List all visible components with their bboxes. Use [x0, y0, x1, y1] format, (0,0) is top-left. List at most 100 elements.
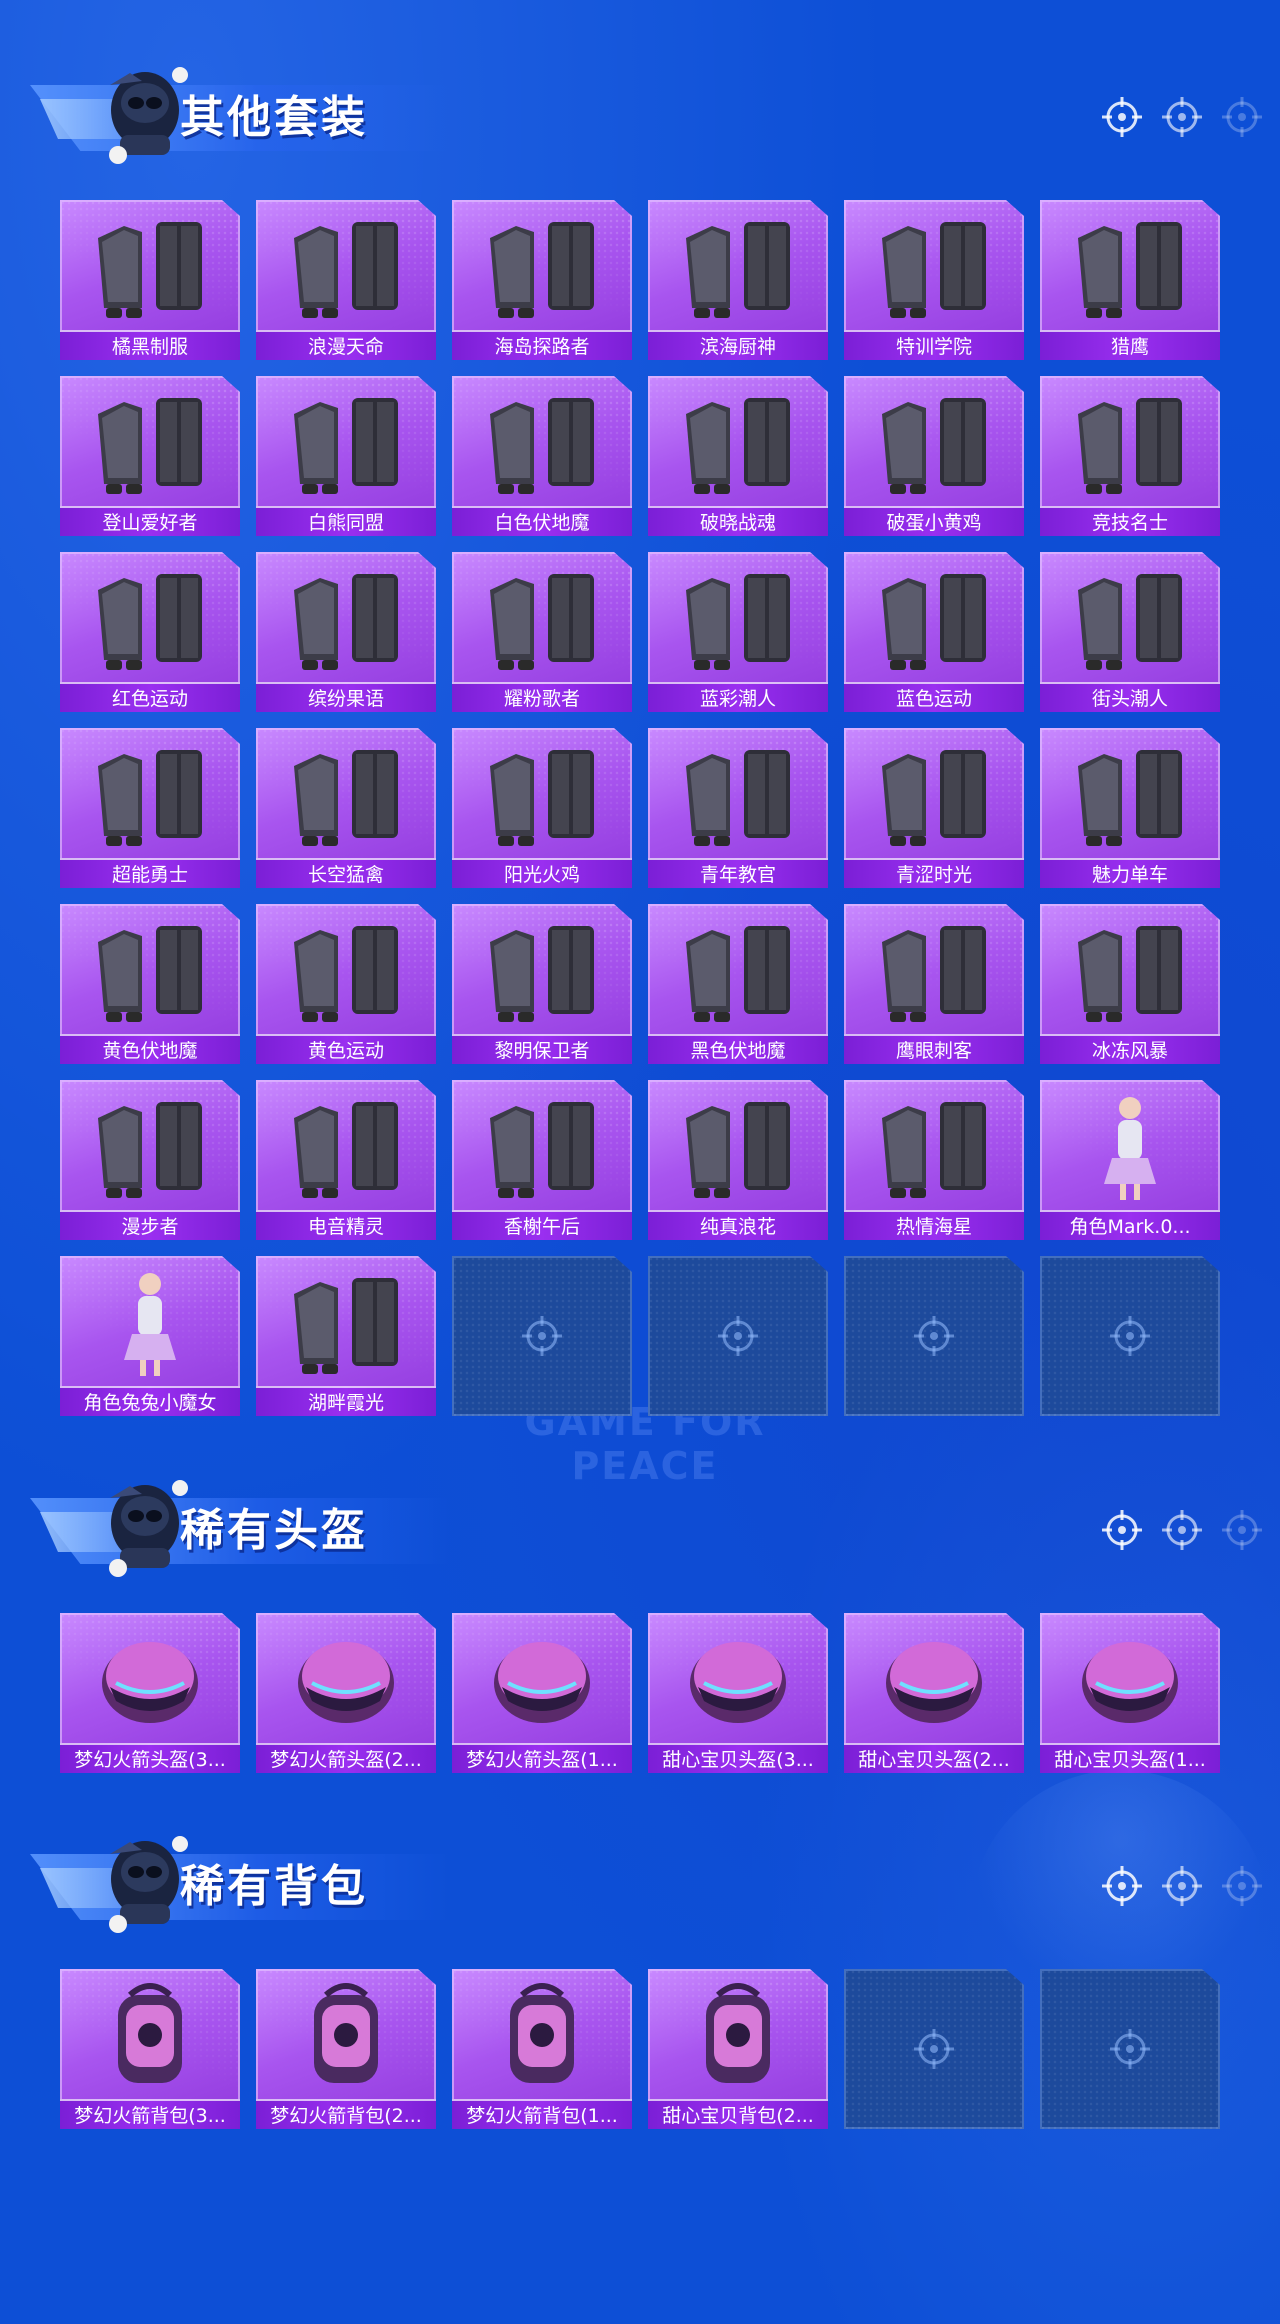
empty-slot — [1040, 1256, 1220, 1416]
item-card[interactable]: 竞技名士 — [1040, 376, 1220, 536]
crosshair-icon — [1100, 1508, 1144, 1552]
item-card[interactable]: 青涩时光 — [844, 728, 1024, 888]
item-label: 电音精灵 — [256, 1210, 436, 1240]
item-card[interactable]: 黑色伏地魔 — [648, 904, 828, 1064]
outfit-icon — [668, 560, 808, 675]
item-card[interactable]: 白色伏地魔 — [452, 376, 632, 536]
item-label: 破晓战魂 — [648, 506, 828, 536]
item-card[interactable]: 香榭午后 — [452, 1080, 632, 1240]
item-card[interactable]: 登山爱好者 — [60, 376, 240, 536]
item-card[interactable]: 甜心宝贝头盔(1... — [1040, 1613, 1220, 1773]
outfit-icon — [668, 384, 808, 499]
item-label: 白熊同盟 — [256, 506, 436, 536]
item-card[interactable]: 黄色伏地魔 — [60, 904, 240, 1064]
item-label: 竞技名士 — [1040, 506, 1220, 536]
outfit-icon — [864, 560, 1004, 675]
item-card[interactable]: 破晓战魂 — [648, 376, 828, 536]
item-card[interactable]: 热情海星 — [844, 1080, 1024, 1240]
item-card[interactable]: 特训学院 — [844, 200, 1024, 360]
item-label: 冰冻风暴 — [1040, 1034, 1220, 1064]
outfit-icon — [864, 208, 1004, 323]
item-card[interactable]: 阳光火鸡 — [452, 728, 632, 888]
outfit-icon — [472, 208, 612, 323]
item-card[interactable]: 耀粉歌者 — [452, 552, 632, 712]
helmet-icon — [472, 1621, 612, 1736]
crosshair-icon — [912, 2027, 956, 2071]
outfit-icon — [668, 912, 808, 1027]
item-card[interactable]: 缤纷果语 — [256, 552, 436, 712]
crosshair-icon — [1108, 2027, 1152, 2071]
outfit-icon — [276, 736, 416, 851]
helmet-icon — [1060, 1621, 1200, 1736]
backpack-icon — [80, 1977, 220, 2092]
item-card[interactable]: 角色Mark.0... — [1040, 1080, 1220, 1240]
item-label: 街头潮人 — [1040, 682, 1220, 712]
crosshair-icon — [1220, 1508, 1264, 1552]
pagination-dots — [1100, 1864, 1262, 1908]
item-card[interactable]: 电音精灵 — [256, 1080, 436, 1240]
item-card[interactable]: 蓝彩潮人 — [648, 552, 828, 712]
item-label: 角色Mark.0... — [1040, 1210, 1220, 1240]
character-icon — [1060, 1088, 1200, 1203]
item-card[interactable]: 青年教官 — [648, 728, 828, 888]
item-card[interactable]: 滨海厨神 — [648, 200, 828, 360]
outfit-icon — [276, 912, 416, 1027]
item-card[interactable]: 蓝色运动 — [844, 552, 1024, 712]
item-label: 魅力单车 — [1040, 858, 1220, 888]
helmet-icon — [668, 1621, 808, 1736]
section-title: 稀有头盔 — [180, 1505, 368, 1556]
item-label: 甜心宝贝头盔(1... — [1040, 1743, 1220, 1773]
outfit-icon — [80, 208, 220, 323]
item-card[interactable]: 冰冻风暴 — [1040, 904, 1220, 1064]
item-label: 梦幻火箭头盔(2... — [256, 1743, 436, 1773]
item-card[interactable]: 梦幻火箭头盔(1... — [452, 1613, 632, 1773]
item-label: 橘黑制服 — [60, 330, 240, 360]
section-header: 稀有头盔 — [30, 1468, 1262, 1577]
item-card[interactable]: 梦幻火箭头盔(2... — [256, 1613, 436, 1773]
item-card[interactable]: 甜心宝贝头盔(2... — [844, 1613, 1024, 1773]
item-label: 漫步者 — [60, 1210, 240, 1240]
backpack-icon — [668, 1977, 808, 2092]
item-card[interactable]: 白熊同盟 — [256, 376, 436, 536]
item-card[interactable]: 街头潮人 — [1040, 552, 1220, 712]
item-card[interactable]: 黎明保卫者 — [452, 904, 632, 1064]
item-card[interactable]: 漫步者 — [60, 1080, 240, 1240]
item-card[interactable]: 猎鹰 — [1040, 200, 1220, 360]
backpack-icon — [276, 1977, 416, 2092]
item-card[interactable]: 橘黑制服 — [60, 200, 240, 360]
item-label: 蓝色运动 — [844, 682, 1024, 712]
outfit-icon — [472, 912, 612, 1027]
crosshair-icon — [1160, 1864, 1204, 1908]
item-label: 黄色运动 — [256, 1034, 436, 1064]
item-card[interactable]: 梦幻火箭背包(1... — [452, 1969, 632, 2129]
item-card[interactable]: 海岛探路者 — [452, 200, 632, 360]
section-title: 稀有背包 — [180, 1861, 368, 1912]
item-card[interactable]: 长空猛禽 — [256, 728, 436, 888]
item-card[interactable]: 梦幻火箭背包(2... — [256, 1969, 436, 2129]
item-card[interactable]: 梦幻火箭背包(3... — [60, 1969, 240, 2129]
item-card[interactable]: 破蛋小黄鸡 — [844, 376, 1024, 536]
item-card[interactable]: 黄色运动 — [256, 904, 436, 1064]
helmet-icon — [276, 1621, 416, 1736]
outfit-icon — [276, 384, 416, 499]
outfit-icon — [864, 1088, 1004, 1203]
outfit-icon — [80, 384, 220, 499]
item-label: 长空猛禽 — [256, 858, 436, 888]
backpack-icon — [472, 1977, 612, 2092]
item-card[interactable]: 浪漫天命 — [256, 200, 436, 360]
item-card[interactable]: 角色兔兔小魔女 — [60, 1256, 240, 1416]
item-card[interactable]: 梦幻火箭头盔(3... — [60, 1613, 240, 1773]
item-card[interactable]: 红色运动 — [60, 552, 240, 712]
item-card[interactable]: 魅力单车 — [1040, 728, 1220, 888]
item-card[interactable]: 超能勇士 — [60, 728, 240, 888]
outfit-icon — [276, 1088, 416, 1203]
item-card[interactable]: 甜心宝贝背包(2... — [648, 1969, 828, 2129]
outfit-icon — [1060, 560, 1200, 675]
empty-slot — [648, 1256, 828, 1416]
item-card[interactable]: 湖畔霞光 — [256, 1256, 436, 1416]
empty-slot — [452, 1256, 632, 1416]
item-card[interactable]: 鹰眼刺客 — [844, 904, 1024, 1064]
item-label: 海岛探路者 — [452, 330, 632, 360]
item-card[interactable]: 纯真浪花 — [648, 1080, 828, 1240]
item-card[interactable]: 甜心宝贝头盔(3... — [648, 1613, 828, 1773]
